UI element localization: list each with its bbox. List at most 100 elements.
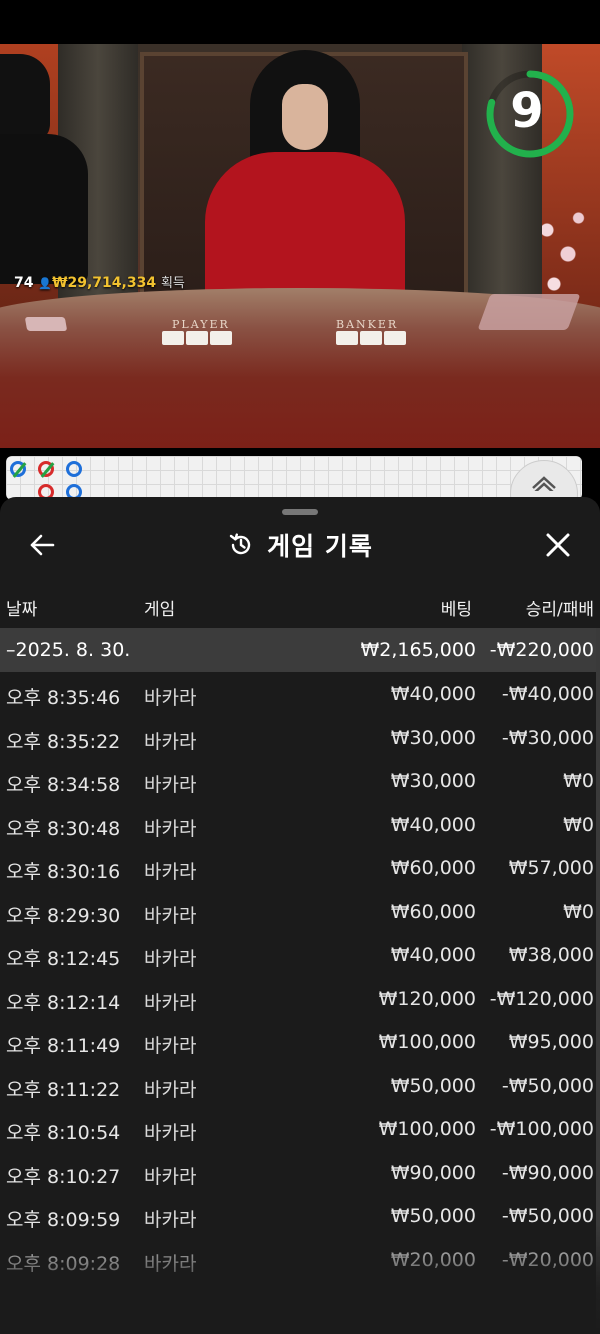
table-row[interactable]: 오후 8:09:28 바카라 ₩20,000 -₩20,000 xyxy=(0,1239,596,1283)
bead-player xyxy=(66,461,82,477)
winners-banner: 74 👤₩29,714,334 획득 xyxy=(14,272,185,291)
column-header-result: 승리/패배 xyxy=(525,600,594,620)
row-game: 바카라 xyxy=(144,817,197,840)
row-game: 바카라 xyxy=(144,1035,197,1057)
person-icon: 👤 xyxy=(38,277,53,290)
row-bet: ₩120,000 xyxy=(378,987,476,1010)
date-summary-row[interactable]: –2025. 8. 30. ₩2,165,000 -₩220,000 xyxy=(0,628,596,672)
row-game: 바카라 xyxy=(144,1078,197,1101)
drag-handle[interactable] xyxy=(282,509,318,515)
bead-road xyxy=(6,456,582,500)
row-bet: ₩30,000 xyxy=(390,770,476,792)
summary-result-total: -₩220,000 xyxy=(489,639,594,661)
history-clock-icon xyxy=(229,533,251,555)
row-bet: ₩40,000 xyxy=(390,683,476,705)
row-bet: ₩100,000 xyxy=(378,1118,476,1140)
history-rows: 오후 8:35:46 바카라 ₩40,000 -₩40,000 오후 8:35:22 바카… xyxy=(0,673,596,1282)
close-icon xyxy=(546,533,570,557)
row-result: ₩0 xyxy=(563,900,594,923)
back-arrow-icon xyxy=(30,534,55,556)
row-game: 바카라 xyxy=(144,861,197,883)
bead-banker xyxy=(38,461,55,478)
table-row[interactable]: 오후 8:35:22 바카라 ₩30,000 -₩30,000 xyxy=(0,717,596,761)
table-row[interactable]: 오후 8:10:54 바카라 ₩100,000 -₩100,000 xyxy=(0,1108,596,1152)
table-row[interactable]: 오후 8:11:49 바카라 ₩100,000 ₩95,000 xyxy=(0,1021,596,1065)
table-row[interactable]: 오후 8:11:22 바카라 ₩50,000 -₩50,000 xyxy=(0,1065,596,1109)
row-bet: ₩100,000 xyxy=(378,1031,476,1053)
row-time: 오후 8:35:46 xyxy=(6,687,121,709)
row-game: 바카라 xyxy=(144,687,197,709)
row-result: -₩30,000 xyxy=(501,726,594,749)
row-time: 오후 8:29:30 xyxy=(6,904,121,927)
table-row[interactable]: 오후 8:35:46 바카라 ₩40,000 -₩40,000 xyxy=(0,673,596,717)
column-header-bet: 베팅 xyxy=(440,600,472,620)
row-result: -₩20,000 xyxy=(501,1248,594,1271)
summary-date: –2025. 8. 30. xyxy=(6,639,131,661)
row-game: 바카라 xyxy=(144,904,197,927)
summary-bet-total: ₩2,165,000 xyxy=(360,639,476,661)
row-bet: ₩40,000 xyxy=(390,813,476,836)
table-row[interactable]: 오후 8:34:58 바카라 ₩30,000 ₩0 xyxy=(0,760,596,804)
row-game: 바카라 xyxy=(144,948,197,970)
back-button[interactable] xyxy=(24,529,60,561)
row-time: 오후 8:34:58 xyxy=(6,774,121,796)
row-result: -₩50,000 xyxy=(501,1074,594,1097)
row-bet: ₩50,000 xyxy=(390,1074,476,1097)
table-row[interactable]: 오후 8:10:27 바카라 ₩90,000 -₩90,000 xyxy=(0,1152,596,1196)
column-header-game: 게임 xyxy=(144,600,176,620)
row-time: 오후 8:12:45 xyxy=(6,948,121,970)
row-result: -₩50,000 xyxy=(501,1205,594,1227)
row-result: -₩120,000 xyxy=(489,987,594,1010)
live-video: PLAYER BANKER 74 👤₩29,714,334 획득 9 xyxy=(0,44,600,448)
row-game: 바카라 xyxy=(144,1122,197,1144)
table-row[interactable]: 오후 8:30:16 바카라 ₩60,000 ₩57,000 xyxy=(0,847,596,891)
table-row[interactable]: 오후 8:12:14 바카라 ₩120,000 -₩120,000 xyxy=(0,978,596,1022)
table-label-player: PLAYER xyxy=(172,318,230,331)
table-row[interactable]: 오후 8:09:59 바카라 ₩50,000 -₩50,000 xyxy=(0,1195,596,1239)
countdown-timer: 9 xyxy=(484,68,576,160)
table-row[interactable]: 오후 8:29:30 바카라 ₩60,000 ₩0 xyxy=(0,891,596,935)
row-game: 바카라 xyxy=(144,1165,197,1188)
game-history-sheet: 게임 기록 날짜 게임 베팅 승리/패배 –2025. 8. 30. ₩2,16… xyxy=(0,497,600,1334)
row-time: 오후 8:30:48 xyxy=(6,817,121,840)
row-time: 오후 8:11:22 xyxy=(6,1078,121,1101)
row-time: 오후 8:10:54 xyxy=(6,1122,121,1144)
player-cards xyxy=(162,331,232,345)
row-result: ₩0 xyxy=(563,770,594,792)
card-tray xyxy=(24,317,68,331)
row-bet: ₩40,000 xyxy=(390,944,476,966)
banker-cards xyxy=(336,331,406,345)
sheet-header: 게임 기록 xyxy=(0,521,600,569)
row-result: -₩40,000 xyxy=(501,683,594,705)
row-result: ₩0 xyxy=(563,813,594,836)
row-time: 오후 8:11:49 xyxy=(6,1035,121,1057)
row-result: ₩95,000 xyxy=(508,1031,594,1053)
row-bet: ₩60,000 xyxy=(390,857,476,879)
row-game: 바카라 xyxy=(144,991,197,1014)
winners-suffix: 획득 xyxy=(160,276,185,291)
table-row[interactable]: 오후 8:30:48 바카라 ₩40,000 ₩0 xyxy=(0,804,596,848)
table-label-banker: BANKER xyxy=(336,318,399,331)
row-time: 오후 8:30:16 xyxy=(6,861,121,883)
winners-count: 74 xyxy=(14,275,34,291)
row-time: 오후 8:09:28 xyxy=(6,1252,121,1275)
row-time: 오후 8:09:59 xyxy=(6,1209,121,1231)
row-result: ₩38,000 xyxy=(508,944,594,966)
row-result: -₩90,000 xyxy=(501,1161,594,1184)
row-result: ₩57,000 xyxy=(508,857,594,879)
row-game: 바카라 xyxy=(144,730,197,753)
row-bet: ₩30,000 xyxy=(390,726,476,749)
row-bet: ₩60,000 xyxy=(390,900,476,923)
assistant-person xyxy=(0,54,90,284)
table-row[interactable]: 오후 8:12:45 바카라 ₩40,000 ₩38,000 xyxy=(0,934,596,978)
sheet-title: 게임 기록 xyxy=(267,532,373,561)
close-button[interactable] xyxy=(540,529,576,561)
column-header-date: 날짜 xyxy=(6,600,38,620)
timer-value: 9 xyxy=(510,83,544,139)
row-bet: ₩20,000 xyxy=(390,1248,476,1271)
winners-amount: ₩29,714,334 xyxy=(52,275,157,291)
scrollbar[interactable] xyxy=(596,628,600,1328)
row-time: 오후 8:10:27 xyxy=(6,1165,121,1188)
row-game: 바카라 xyxy=(144,774,197,796)
bead-player xyxy=(10,461,27,478)
